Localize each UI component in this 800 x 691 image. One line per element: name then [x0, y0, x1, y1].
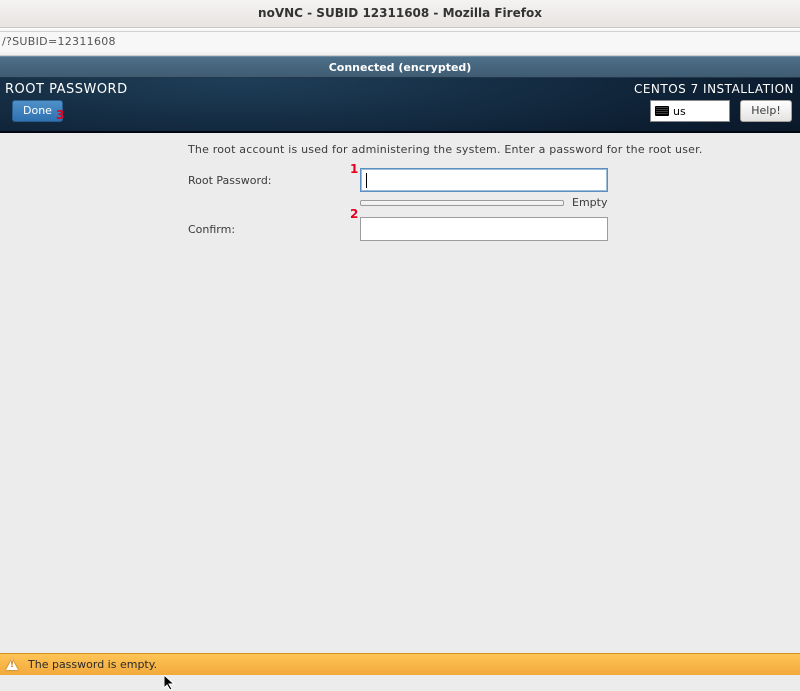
window-title: noVNC - SUBID 12311608 - Mozilla Firefox [258, 6, 542, 20]
confirm-password-label: Confirm: [188, 223, 360, 236]
page-title: ROOT PASSWORD [5, 82, 128, 97]
url-bar[interactable]: /?SUBID=12311608 [0, 32, 800, 52]
text-caret-icon [366, 173, 367, 188]
root-password-label: Root Password: [188, 174, 360, 187]
warning-text: The password is empty. [28, 658, 157, 671]
password-strength-label: Empty [572, 196, 607, 209]
window-title-bar: noVNC - SUBID 12311608 - Mozilla Firefox [0, 0, 800, 28]
keyboard-icon [655, 106, 669, 116]
password-strength-meter [360, 200, 564, 206]
keyboard-layout-selector[interactable]: us [650, 100, 730, 122]
description-text: The root account is used for administeri… [188, 143, 800, 156]
warning-footer: The password is empty. [0, 653, 800, 675]
installer-header: ROOT PASSWORD Done CENTOS 7 INSTALLATION… [0, 78, 800, 133]
help-button-label: Help! [751, 104, 781, 117]
keyboard-layout-text: us [673, 105, 686, 118]
done-button-label: Done [23, 104, 52, 117]
help-button[interactable]: Help! [740, 100, 792, 122]
content-area: The root account is used for administeri… [0, 133, 800, 653]
password-strength-row: Empty [360, 196, 800, 209]
url-text: /?SUBID=12311608 [2, 35, 116, 48]
root-password-input[interactable] [360, 168, 608, 192]
installer-label: CENTOS 7 INSTALLATION [634, 82, 794, 96]
warning-icon [6, 659, 18, 670]
root-password-row: Root Password: [188, 168, 800, 192]
done-button[interactable]: Done [12, 100, 63, 122]
vnc-status-bar: Connected (encrypted) [0, 56, 800, 78]
confirm-password-row: Confirm: [188, 217, 800, 241]
vnc-status-text: Connected (encrypted) [329, 61, 472, 74]
confirm-password-input[interactable] [360, 217, 608, 241]
